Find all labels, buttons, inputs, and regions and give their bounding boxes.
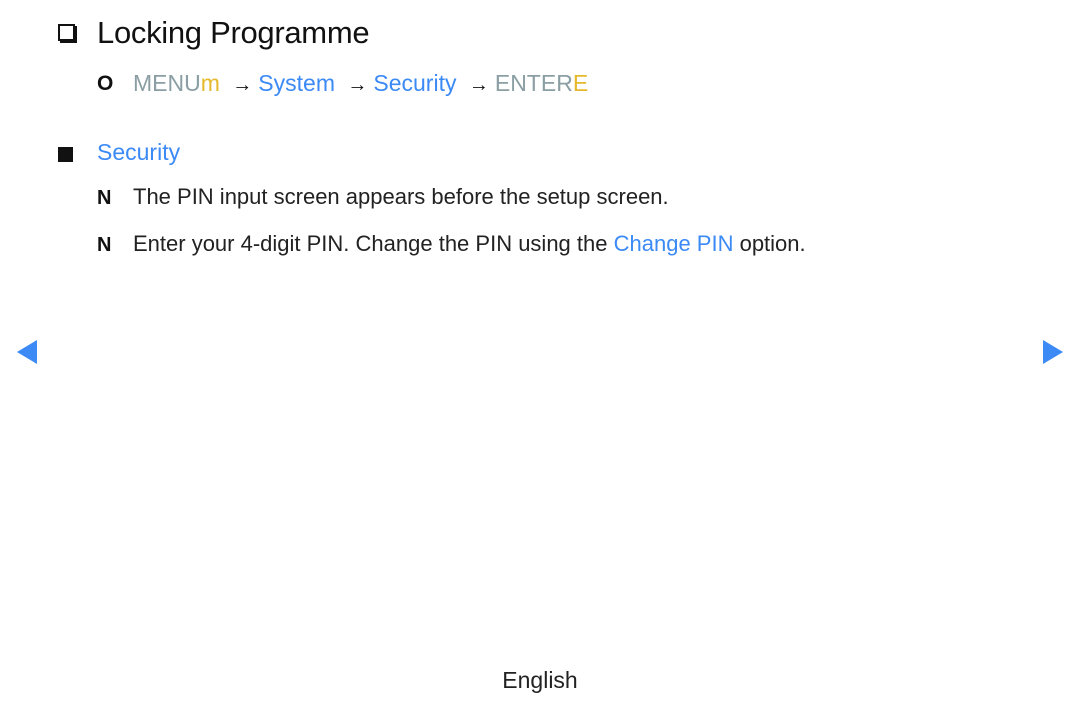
path-step-security[interactable]: Security (373, 70, 456, 96)
note-text-after: option. (733, 231, 806, 256)
note-text: Enter your 4-digit PIN. Change the PIN u… (133, 231, 806, 257)
checkbox-square-icon (58, 24, 75, 41)
footer-language: English (502, 667, 578, 693)
menu-path: MENUm → System → Security → ENTERE (133, 70, 588, 97)
filled-square-icon (58, 147, 73, 162)
arrow-icon: → (347, 74, 368, 96)
note-text: The PIN input screen appears before the … (133, 184, 669, 209)
menu-path-marker: O (97, 72, 114, 95)
left-triangle-icon[interactable] (17, 340, 37, 364)
note-marker: N (97, 187, 112, 209)
arrow-icon: → (468, 74, 489, 96)
enter-key: E (572, 70, 589, 96)
note-text-before: Enter your 4-digit PIN. Change the PIN u… (133, 231, 614, 256)
enter-label: ENTER (494, 70, 573, 96)
path-step-system[interactable]: System (258, 70, 335, 96)
arrow-icon: → (232, 74, 253, 96)
note-marker: N (97, 234, 112, 256)
menu-key: m (200, 70, 220, 96)
change-pin-link[interactable]: Change PIN (614, 231, 734, 256)
menu-label: MENU (133, 70, 201, 96)
subsection-heading: Security (97, 139, 181, 165)
right-triangle-icon[interactable] (1043, 340, 1063, 364)
page-title: Locking Programme (97, 15, 370, 50)
